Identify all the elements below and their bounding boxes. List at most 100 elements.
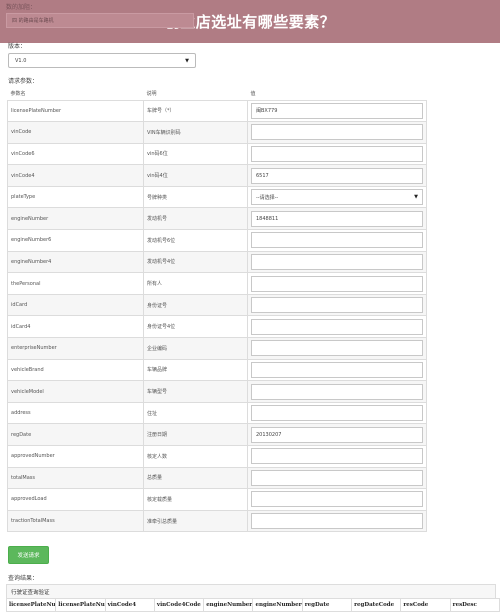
param-desc-cell: 车辆品牌 [143, 358, 248, 382]
table-row: plateType 号牌种类 --请选择-- ▼ [7, 185, 427, 209]
params-table: 参数名 说明 值 licensePlateNumber 车牌号（*） 闽BX779 v… [7, 88, 427, 533]
table-row: vinCode VIN车辆识别码 [7, 121, 427, 144]
param-value-input[interactable]: 闽BX779 [251, 102, 423, 119]
param-name-cell: address [7, 401, 144, 425]
param-value-cell [247, 272, 427, 295]
plate-type-select-value: --请选择-- [256, 194, 279, 201]
result-label: 查询结果： [8, 575, 39, 582]
param-desc-cell: 身份证号 [143, 293, 248, 317]
param-desc-cell: 发动机号 [143, 207, 248, 231]
param-desc-cell: 住址 [143, 401, 248, 425]
table-row: enterpriseNumber 企业编码 [7, 337, 427, 360]
result-column-header: engineNumberCode [252, 598, 303, 612]
param-value-cell [247, 293, 427, 317]
param-value-input[interactable] [251, 275, 423, 292]
param-value-cell: 闽BX779 [247, 99, 427, 123]
header-param-value: 值 [247, 88, 427, 101]
param-desc-cell: 身份证号4位 [143, 315, 248, 339]
table-row: engineNumber 发动机号 1848811 [7, 207, 427, 231]
param-name-cell: vinCode4 [7, 164, 144, 187]
send-request-button[interactable]: 发送请求 [8, 546, 49, 564]
param-value-input[interactable]: 6517 [251, 167, 423, 184]
table-row: vehicleBrand 车辆品牌 [7, 358, 427, 382]
version-select[interactable]: V1.0 ▼ [8, 53, 196, 68]
param-desc-cell: 准牵引总质量 [143, 509, 248, 533]
param-value-cell: 6517 [247, 164, 427, 187]
result-column-header: vinCode4 [104, 598, 155, 612]
param-name-cell: engineNumber [7, 207, 144, 231]
result-column-header: regDate [301, 598, 353, 612]
result-column-header: licensePlateNumber [5, 598, 57, 612]
result-column-header: resDesc [449, 598, 500, 612]
param-value-cell [247, 509, 427, 533]
table-row: idCard4 身份证号4位 [7, 315, 427, 339]
param-value-input[interactable] [251, 491, 423, 508]
param-value-input[interactable] [251, 253, 423, 270]
param-value-input[interactable] [251, 405, 423, 422]
params-label: 请求参数： [8, 78, 39, 85]
result-column-header: vinCode4Code [153, 598, 205, 612]
param-desc-cell: vin码4位 [143, 164, 248, 187]
params-header-row: 参数名 说明 值 [7, 88, 427, 101]
table-row: approvedLoad 核定载质量 [7, 488, 427, 511]
version-label: 版本： [8, 43, 27, 50]
param-name-cell: enterpriseNumber [7, 337, 144, 360]
result-column-header: regDateCode [351, 598, 402, 612]
param-name-cell: engineNumber4 [7, 250, 144, 274]
table-row: engineNumber4 发动机号4位 [7, 250, 427, 274]
table-row: totalMass 总质量 [7, 466, 427, 490]
param-value-input[interactable] [251, 318, 423, 335]
param-value-input[interactable] [251, 232, 423, 249]
param-name-cell: approvedLoad [7, 488, 144, 511]
param-value-input[interactable] [251, 340, 423, 357]
param-desc-cell: 所有人 [143, 272, 248, 295]
param-desc-cell: 发动机号6位 [143, 229, 248, 252]
param-value-cell [247, 401, 427, 425]
param-value-input[interactable]: 1848811 [251, 210, 423, 227]
param-desc-cell: 总质量 [143, 466, 248, 490]
param-value-input[interactable] [251, 361, 423, 378]
param-value-cell [247, 315, 427, 339]
param-value-input[interactable] [251, 448, 423, 465]
param-value-cell [247, 358, 427, 382]
param-value-cell [247, 142, 427, 166]
param-value-cell [247, 445, 427, 468]
param-value-text: 6517 [256, 172, 269, 179]
param-value-input[interactable] [251, 469, 423, 486]
version-select-value: V1.0 [15, 57, 27, 64]
table-row: engineNumber6 发动机号6位 [7, 229, 427, 252]
ghost-field: 四 的路由是车路机 [6, 13, 194, 28]
param-value-input[interactable] [251, 145, 423, 162]
chevron-down-icon: ▼ [414, 194, 418, 201]
param-value-text: 闽BX779 [256, 108, 278, 115]
param-value-cell [247, 488, 427, 511]
param-value-input[interactable] [251, 383, 423, 400]
param-desc-cell: 号牌种类 [143, 185, 248, 209]
table-row: regDate 注册日期 20130207 [7, 423, 427, 446]
param-name-cell: approvedNumber [7, 445, 144, 468]
table-row: vinCode6 vin码6位 [7, 142, 427, 166]
param-name-cell: regDate [7, 423, 144, 446]
param-value-cell [247, 380, 427, 403]
param-name-cell: thePersonal [7, 272, 144, 295]
plate-type-select[interactable]: --请选择-- ▼ [251, 189, 423, 206]
param-value-cell [247, 337, 427, 360]
param-value-input[interactable]: 20130207 [251, 426, 423, 443]
table-row: thePersonal 所有人 [7, 272, 427, 295]
param-value-input[interactable] [251, 124, 423, 141]
param-value-input[interactable] [251, 513, 423, 530]
param-value-cell: --请选择-- ▼ [247, 185, 427, 209]
param-name-cell: idCard [7, 293, 144, 317]
param-value-input[interactable] [251, 297, 423, 314]
param-name-cell: tractionTotalMass [7, 509, 144, 533]
param-name-cell: vehicleModel [7, 380, 144, 403]
param-value-cell: 1848811 [247, 207, 427, 231]
param-name-cell: licensePlateNumber [7, 99, 144, 123]
param-value-cell [247, 229, 427, 252]
ghost-label: 数的加阻： [6, 4, 37, 11]
param-name-cell: idCard4 [7, 315, 144, 339]
table-row: idCard 身份证号 [7, 293, 427, 317]
param-desc-cell: 企业编码 [143, 337, 248, 360]
param-value-cell: 20130207 [247, 423, 427, 446]
title-banner: 数的加阻： 四 的路由是车路机 创业店选址有哪些要素？ [0, 0, 500, 43]
